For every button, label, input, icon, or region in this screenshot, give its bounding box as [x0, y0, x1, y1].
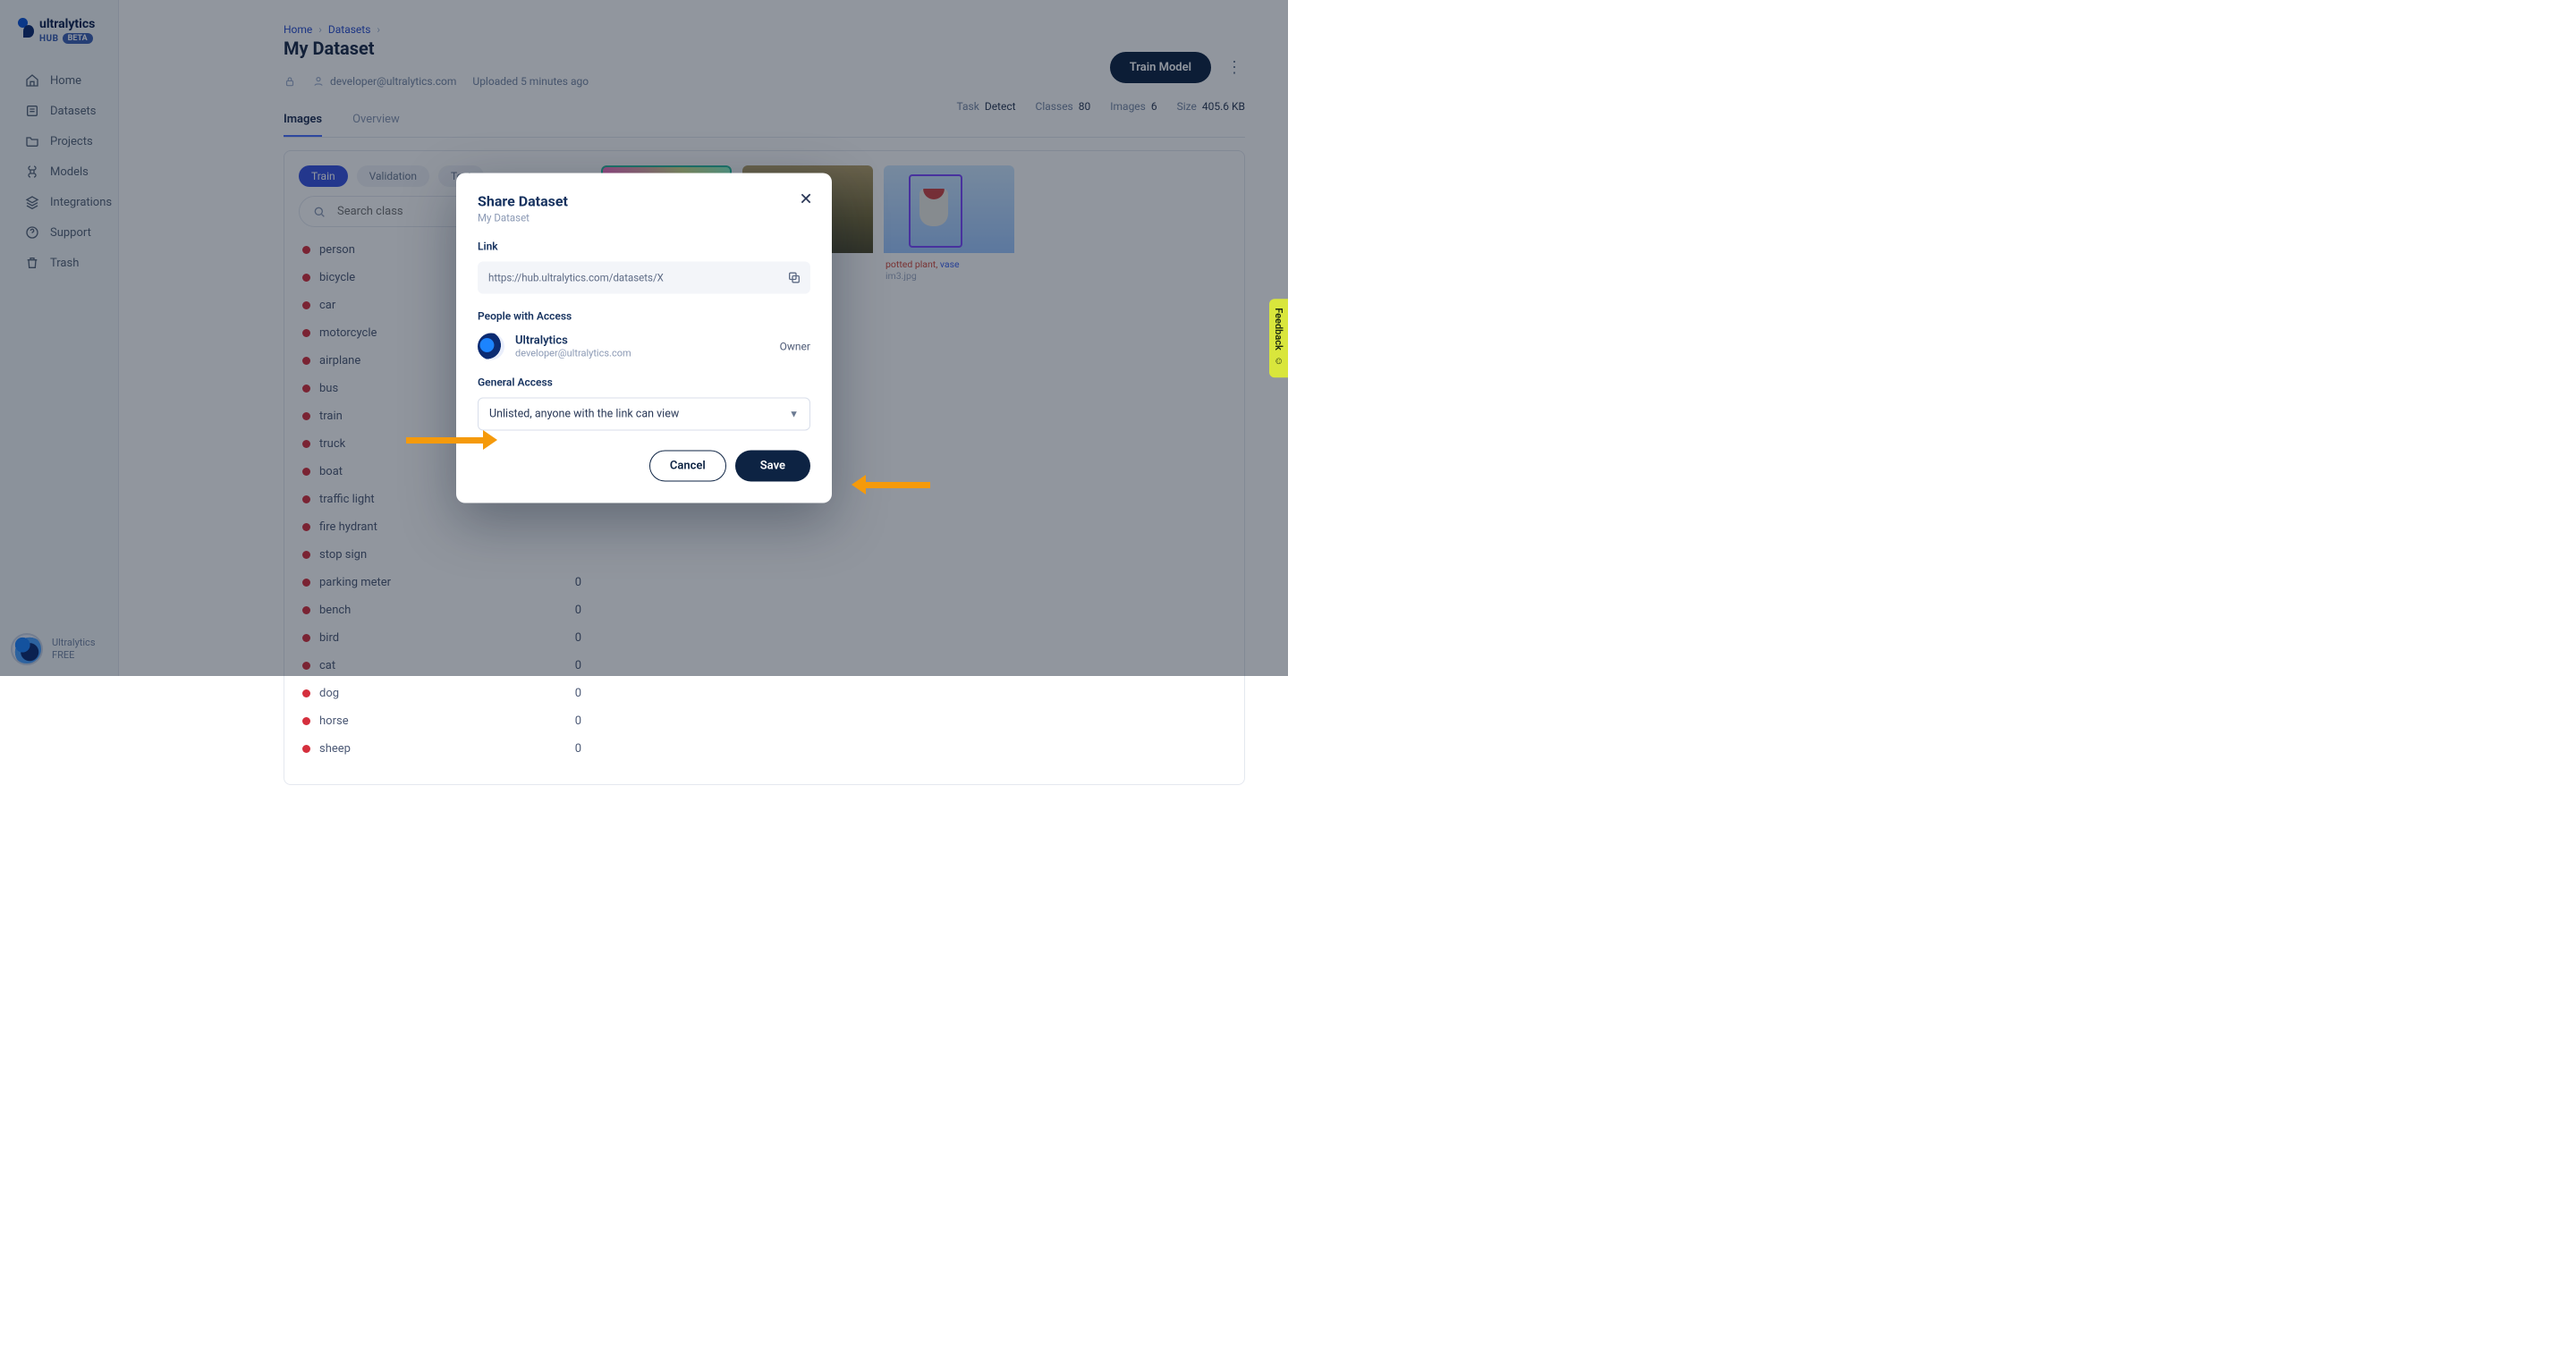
person-role: Owner	[780, 341, 810, 353]
close-icon[interactable]: ✕	[796, 190, 816, 209]
access-label: People with Access	[478, 310, 810, 323]
person-email: developer@ultralytics.com	[515, 348, 769, 359]
annotation-arrow-save	[852, 478, 930, 491]
share-dataset-modal: ✕ Share Dataset My Dataset Link https://…	[456, 173, 832, 503]
feedback-tab[interactable]: Feedback ☺	[1269, 299, 1288, 377]
general-access-value: Unlisted, anyone with the link can view	[489, 408, 679, 421]
class-count: 0	[575, 687, 581, 700]
class-row[interactable]: sheep 0	[299, 740, 583, 757]
class-dot-icon	[302, 745, 310, 753]
access-person: Ultralytics developer@ultralytics.com Ow…	[478, 334, 810, 360]
avatar	[478, 334, 504, 360]
cancel-button[interactable]: Cancel	[649, 451, 726, 482]
person-name: Ultralytics	[515, 334, 769, 348]
modal-title: Share Dataset	[478, 193, 810, 210]
save-button[interactable]: Save	[735, 451, 810, 482]
class-dot-icon	[302, 717, 310, 725]
chevron-down-icon: ▼	[789, 409, 799, 420]
share-link-field[interactable]: https://hub.ultralytics.com/datasets/X	[478, 262, 810, 294]
class-name: horse	[319, 714, 349, 728]
class-name: sheep	[319, 742, 351, 756]
annotation-arrow-select	[406, 434, 497, 446]
class-dot-icon	[302, 689, 310, 697]
class-count: 0	[575, 714, 581, 728]
link-label: Link	[478, 241, 810, 253]
modal-subtitle: My Dataset	[478, 212, 810, 224]
class-count: 0	[575, 742, 581, 756]
class-name: dog	[319, 687, 339, 700]
general-access-label: General Access	[478, 376, 810, 389]
class-row[interactable]: horse 0	[299, 713, 583, 730]
copy-icon[interactable]	[787, 271, 801, 285]
general-access-select[interactable]: Unlisted, anyone with the link can view …	[478, 398, 810, 431]
class-row[interactable]: dog 0	[299, 685, 583, 702]
smile-icon: ☺	[1274, 355, 1284, 367]
feedback-label: Feedback	[1273, 308, 1284, 351]
share-link-value: https://hub.ultralytics.com/datasets/X	[488, 272, 664, 284]
